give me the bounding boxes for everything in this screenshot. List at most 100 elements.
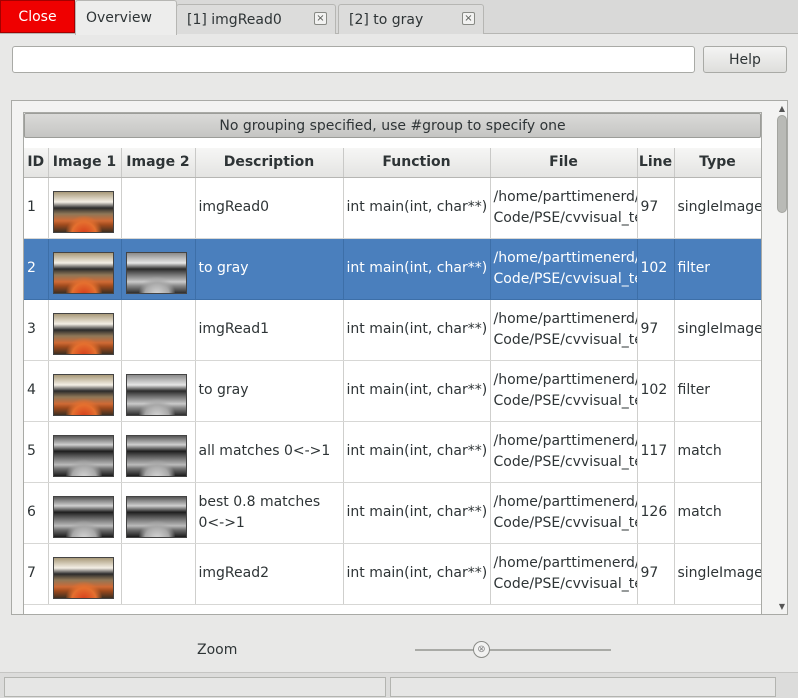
image2-cell <box>121 177 196 239</box>
table-row[interactable]: 4 to gray int main(int, char**)/home/partt… <box>24 360 761 422</box>
cell-description: imgRead1 <box>195 299 344 361</box>
tab-label: Overview <box>86 10 152 26</box>
close-tab-icon[interactable]: × <box>462 12 475 25</box>
file-path-line: Code/PSE/cvvisual_te <box>493 331 637 348</box>
tab-imgread0[interactable]: [1] imgRead0 × <box>176 4 336 34</box>
cell-id: 7 <box>24 543 49 605</box>
zoom-slider-track[interactable] <box>415 649 611 651</box>
tab-label: [1] imgRead0 <box>187 11 282 28</box>
column-header-line[interactable]: Line <box>637 148 675 178</box>
column-header-id[interactable]: ID <box>24 148 49 178</box>
cell-file: /home/parttimenerd/Code/PSE/cvvisual_te <box>490 482 638 544</box>
file-path-line: Code/PSE/cvvisual_te <box>493 575 637 592</box>
cell-type: match <box>674 482 761 544</box>
image2-thumbnail <box>125 495 187 538</box>
column-header-file[interactable]: File <box>490 148 638 178</box>
file-path-line: Code/PSE/cvvisual_te <box>493 209 637 226</box>
cell-type: singleImage <box>674 177 761 239</box>
image1-cell <box>48 543 122 605</box>
file-path-line: /home/parttimenerd/ <box>493 493 637 510</box>
status-field-right <box>390 677 776 697</box>
vertical-scrollbar[interactable]: ▲ ▼ <box>776 101 787 614</box>
cell-function: int main(int, char**) <box>343 299 491 361</box>
filter-input[interactable] <box>12 46 695 73</box>
image2-cell <box>121 360 196 422</box>
cell-description: to gray <box>195 238 344 300</box>
column-header-image2[interactable]: Image 2 <box>121 148 196 178</box>
image2-cell <box>121 299 196 361</box>
table-row[interactable]: 5 all matches 0<->1 int main(int, char**) /… <box>24 421 761 483</box>
cell-type: filter <box>674 360 761 422</box>
file-path-line: /home/parttimenerd/ <box>493 249 637 266</box>
image1-cell <box>48 421 122 483</box>
image1-thumbnail <box>52 312 114 355</box>
zoom-slider-handle[interactable]: ⊗ <box>473 641 490 658</box>
cell-line: 126 <box>637 482 675 544</box>
cell-id: 5 <box>24 421 49 483</box>
tab-overview[interactable]: Overview <box>75 0 177 35</box>
table-row[interactable]: 2 to gray int main(int, char**)/home/partt… <box>24 238 761 300</box>
file-path-line: Code/PSE/cvvisual_te <box>493 453 637 470</box>
cell-id: 2 <box>24 238 49 300</box>
image2-cell <box>121 421 196 483</box>
status-field-left <box>4 677 386 697</box>
cell-line: 97 <box>637 177 675 239</box>
column-header-function[interactable]: Function <box>343 148 491 178</box>
cell-function: int main(int, char**) <box>343 360 491 422</box>
zoom-label: Zoom <box>197 642 238 658</box>
cell-description: imgRead0 <box>195 177 344 239</box>
table-row[interactable]: 7 imgRead2 int main(int, char**)/home/part… <box>24 543 761 605</box>
cell-description: to gray <box>195 360 344 422</box>
column-header-type[interactable]: Type <box>674 148 761 178</box>
tab-to-gray[interactable]: [2] to gray × <box>338 4 484 34</box>
close-button[interactable]: Close <box>0 0 75 33</box>
overview-table: ID Image 1 Image 2 Description Function … <box>24 148 761 605</box>
tab-bar: Close Overview [1] imgRead0 × [2] to gra… <box>0 0 798 35</box>
image1-cell <box>48 482 122 544</box>
group-header: No grouping specified, use #group to spe… <box>24 113 761 138</box>
cell-line: 102 <box>637 360 675 422</box>
table-header-row: ID Image 1 Image 2 Description Function … <box>24 148 761 178</box>
cell-function: int main(int, char**) <box>343 238 491 300</box>
file-path-line: Code/PSE/cvvisual_te <box>493 270 637 287</box>
scroll-up-icon[interactable]: ▲ <box>776 105 787 113</box>
cell-function: int main(int, char**) <box>343 543 491 605</box>
cell-function: int main(int, char**) <box>343 177 491 239</box>
overview-table-container: No grouping specified, use #group to spe… <box>23 112 762 614</box>
table-row[interactable]: 3 imgRead1 int main(int, char**)/home/part… <box>24 299 761 361</box>
cell-description: imgRead2 <box>195 543 344 605</box>
cell-line: 97 <box>637 543 675 605</box>
help-button[interactable]: Help <box>703 46 787 73</box>
file-path-line: /home/parttimenerd/ <box>493 554 637 571</box>
cell-file: /home/parttimenerd/Code/PSE/cvvisual_te <box>490 299 638 361</box>
column-header-description[interactable]: Description <box>195 148 344 178</box>
image1-cell <box>48 238 122 300</box>
column-header-image1[interactable]: Image 1 <box>48 148 122 178</box>
cell-file: /home/parttimenerd/Code/PSE/cvvisual_te <box>490 543 638 605</box>
image1-thumbnail <box>52 556 114 599</box>
image1-thumbnail <box>52 251 114 294</box>
image1-cell <box>48 299 122 361</box>
cell-description: all matches 0<->1 <box>195 421 344 483</box>
cell-file: /home/parttimenerd/Code/PSE/cvvisual_te <box>490 238 638 300</box>
file-path-line: /home/parttimenerd/ <box>493 371 637 388</box>
cell-type: match <box>674 421 761 483</box>
cell-id: 1 <box>24 177 49 239</box>
image1-cell <box>48 360 122 422</box>
cell-line: 117 <box>637 421 675 483</box>
cell-id: 3 <box>24 299 49 361</box>
scroll-down-icon[interactable]: ▼ <box>776 603 787 611</box>
cell-line: 102 <box>637 238 675 300</box>
file-path-line: /home/parttimenerd/ <box>493 432 637 449</box>
table-row[interactable]: 1 imgRead0 int main(int, char**)/home/part… <box>24 177 761 239</box>
cell-file: /home/parttimenerd/Code/PSE/cvvisual_te <box>490 360 638 422</box>
status-bar <box>0 672 798 698</box>
scrollbar-thumb[interactable] <box>777 115 787 213</box>
image1-thumbnail <box>52 434 114 477</box>
image2-cell <box>121 482 196 544</box>
table-row[interactable]: 6 best 0.8 matches 0<->1 int main(int, cha… <box>24 482 761 544</box>
table-body: 1 imgRead0 int main(int, char**)/home/part… <box>24 177 761 605</box>
close-tab-icon[interactable]: × <box>314 12 327 25</box>
cell-function: int main(int, char**) <box>343 421 491 483</box>
image2-thumbnail <box>125 251 187 294</box>
